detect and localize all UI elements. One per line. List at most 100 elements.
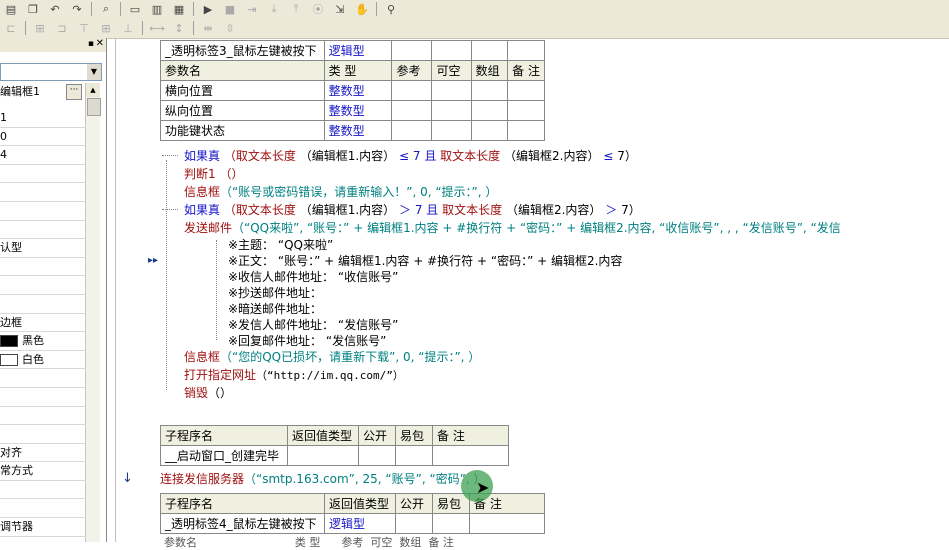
align-top-icon[interactable]: ⊤: [76, 21, 92, 35]
subroutine-name-cell[interactable]: __启动窗口_创建完毕: [160, 445, 288, 466]
v-spacing-icon[interactable]: ⇳: [222, 21, 238, 35]
table-row[interactable]: _透明标签4_鼠标左键被按下 逻辑型: [160, 513, 545, 534]
hand-icon[interactable]: ✋: [354, 2, 370, 16]
cell[interactable]: [470, 100, 509, 121]
property-row[interactable]: 常方式: [0, 462, 86, 481]
cell[interactable]: [431, 40, 472, 61]
property-row[interactable]: [0, 388, 86, 407]
cell[interactable]: [469, 513, 545, 534]
layout-grid-icon[interactable]: ▦: [171, 2, 187, 16]
cell[interactable]: [470, 40, 509, 61]
chevron-down-icon[interactable]: ▼: [87, 64, 101, 80]
table-row[interactable]: 功能键状态 整数型: [160, 120, 545, 141]
cell[interactable]: [391, 40, 433, 61]
param-type[interactable]: 整数型: [323, 80, 393, 101]
find-icon[interactable]: ⌕: [98, 2, 114, 16]
param-name[interactable]: 横向位置: [160, 80, 325, 101]
param-type[interactable]: 整数型: [323, 100, 393, 121]
same-height-icon[interactable]: ↕: [171, 21, 187, 35]
align-right-icon[interactable]: ⊐: [54, 21, 70, 35]
property-row[interactable]: [0, 183, 86, 202]
param-type[interactable]: 整数型: [323, 120, 393, 141]
table-row[interactable]: 纵向位置 整数型: [160, 100, 545, 121]
cell[interactable]: [358, 445, 396, 466]
property-row[interactable]: [0, 407, 86, 426]
property-row[interactable]: 边框: [0, 314, 86, 333]
code-line-connect[interactable]: 连接发信服务器（“smtp.163.com”, 25, “账号”, “密码”, …: [160, 470, 486, 487]
property-row[interactable]: [0, 481, 86, 500]
redo-icon[interactable]: ↷: [69, 2, 85, 16]
code-line-if-2[interactable]: 如果真 （取文本长度 （编辑框1.内容） ＞ 7 且 取文本长度 （编辑框2.内…: [184, 201, 641, 218]
param-line[interactable]: ※暗送邮件地址：: [228, 300, 322, 317]
cell[interactable]: [431, 120, 472, 141]
cell[interactable]: [470, 120, 509, 141]
align-center-v-icon[interactable]: ⊞: [98, 21, 114, 35]
property-row[interactable]: [0, 221, 86, 240]
h-spacing-icon[interactable]: ⇹: [200, 21, 216, 35]
property-row[interactable]: [0, 499, 86, 519]
object-selector[interactable]: ▼: [0, 63, 102, 81]
code-line-call[interactable]: 判断1 （）: [184, 165, 243, 182]
layout-split-icon[interactable]: ▥: [149, 2, 165, 16]
cell[interactable]: [507, 40, 545, 61]
param-name[interactable]: 纵向位置: [160, 100, 325, 121]
ellipsis-button[interactable]: ···: [66, 84, 82, 100]
close-icon[interactable]: ✕: [96, 38, 104, 49]
layout-single-icon[interactable]: ▭: [127, 2, 143, 16]
subroutine-name-cell[interactable]: _透明标签3_鼠标左键被按下: [160, 40, 325, 61]
property-row[interactable]: [0, 276, 86, 295]
cell[interactable]: [391, 120, 433, 141]
property-row[interactable]: [0, 202, 86, 221]
property-row[interactable]: 调节器: [0, 518, 86, 537]
code-line-msgbox-1[interactable]: 信息框（“账号或密码错误，请重新输入！”, 0, “提示：”, ）: [184, 183, 497, 200]
pin-icon[interactable]: ▪: [88, 39, 94, 49]
param-line[interactable]: ※收信人邮件地址： “收信账号”: [228, 268, 398, 285]
cell[interactable]: [432, 513, 470, 534]
run-to-icon[interactable]: ⇲: [332, 2, 348, 16]
paste-icon[interactable]: ▤: [3, 2, 19, 16]
undo-icon[interactable]: ↶: [47, 2, 63, 16]
cell[interactable]: [470, 80, 509, 101]
param-line[interactable]: ※发信人邮件地址： “发信账号”: [228, 316, 398, 333]
step-out-icon[interactable]: ⤒: [288, 2, 304, 16]
property-row[interactable]: [0, 425, 86, 444]
copy-icon[interactable]: ❐: [25, 2, 41, 16]
cell[interactable]: [391, 80, 433, 101]
return-type-cell[interactable]: 逻辑型: [323, 40, 393, 61]
scroll-up-icon[interactable]: ▲: [86, 83, 100, 97]
param-line[interactable]: ※抄送邮件地址：: [228, 284, 322, 301]
property-row[interactable]: 认型: [0, 239, 86, 258]
code-line-msgbox-2[interactable]: 信息框（“您的QQ已损坏，请重新下载”, 0, “提示：”, ）: [184, 348, 480, 365]
cell[interactable]: [391, 100, 433, 121]
cell[interactable]: [431, 100, 472, 121]
property-row[interactable]: [0, 369, 86, 388]
subroutine-name-cell[interactable]: _透明标签4_鼠标左键被按下: [160, 513, 325, 534]
cell[interactable]: [507, 100, 545, 121]
property-row[interactable]: 4: [0, 146, 86, 165]
name-field[interactable]: 编辑框1 ···: [0, 84, 82, 100]
table-row[interactable]: __启动窗口_创建完毕: [160, 445, 509, 466]
cell[interactable]: [395, 513, 433, 534]
property-row[interactable]: 对齐: [0, 444, 86, 463]
property-row[interactable]: [0, 165, 86, 184]
param-line[interactable]: ※回复邮件地址： “发信账号”: [228, 332, 386, 349]
param-line[interactable]: ※主题： “QQ来啦”: [228, 236, 333, 253]
binoculars-icon[interactable]: ⚲: [383, 2, 399, 16]
cell[interactable]: [431, 80, 472, 101]
property-scrollbar[interactable]: ▲: [85, 83, 101, 542]
cell[interactable]: [507, 80, 545, 101]
property-row[interactable]: 0: [0, 128, 86, 147]
code-line-if-1[interactable]: 如果真 （取文本长度 （编辑框1.内容） ≤ 7 且 取文本长度 （编辑框2.内…: [184, 147, 637, 164]
cell[interactable]: [507, 120, 545, 141]
scroll-thumb[interactable]: [87, 98, 101, 116]
step-into-icon[interactable]: ⤓: [266, 2, 282, 16]
cell[interactable]: [287, 445, 359, 466]
return-type-cell[interactable]: 逻辑型: [324, 513, 396, 534]
stop-icon[interactable]: ■: [222, 2, 238, 16]
same-width-icon[interactable]: ⟷: [149, 21, 165, 35]
property-row-color-white[interactable]: 白色: [0, 351, 86, 370]
align-left-icon[interactable]: ⊏: [3, 21, 19, 35]
table-row[interactable]: 横向位置 整数型: [160, 80, 545, 101]
run-icon[interactable]: ▶: [200, 2, 216, 16]
breakpoint-icon[interactable]: ⦿: [310, 2, 326, 16]
